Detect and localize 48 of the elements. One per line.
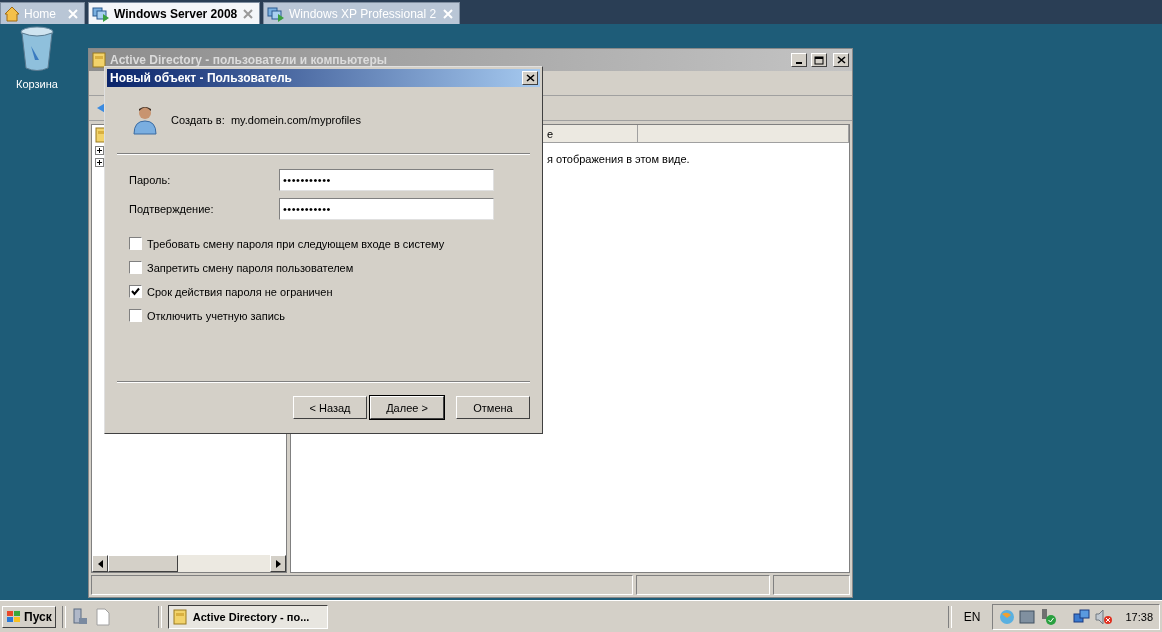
speaker-muted-icon[interactable] [1095, 608, 1114, 625]
recycle-bin-icon[interactable] [19, 26, 55, 72]
language-indicator[interactable]: EN [957, 609, 987, 624]
close-icon [525, 74, 535, 82]
dialog-button[interactable]: Отмена [456, 396, 530, 419]
desktop-icon-label[interactable]: Корзина [16, 78, 58, 90]
maximize-icon [814, 55, 824, 65]
checkbox[interactable] [129, 285, 142, 298]
user-icon [133, 105, 157, 135]
maximize-button[interactable] [811, 53, 827, 67]
horizontal-scrollbar[interactable] [92, 555, 286, 572]
checkbox-label[interactable]: Запретить смену пароля пользователем [147, 261, 354, 274]
taskbar-button[interactable]: Active Directory - по... [167, 604, 328, 629]
folder-icon [92, 52, 106, 68]
checkbox-label[interactable]: Срок действия пароля не ограничен [147, 285, 333, 298]
column-header[interactable]: е [547, 127, 554, 140]
checkbox-label[interactable]: Требовать смену пароля при следующем входе в систему [147, 237, 445, 250]
network-icon[interactable] [1073, 608, 1092, 625]
location-text: Создать в: my.domein.com/myprofiles [171, 114, 361, 126]
plug-check-icon[interactable] [1039, 607, 1058, 626]
checkbox[interactable] [129, 309, 142, 322]
checkbox[interactable] [129, 261, 142, 274]
checkbox[interactable] [129, 237, 142, 250]
close-icon [836, 56, 846, 64]
browser-tab[interactable]: Windows Server 2008 [88, 2, 260, 24]
close-button[interactable] [833, 53, 849, 67]
start-button[interactable]: Пуск [2, 605, 56, 628]
expand-icon[interactable] [95, 158, 104, 167]
home-icon [4, 5, 20, 22]
checkbox-label[interactable]: Отключить учетную запись [147, 309, 286, 322]
four-color-flag-icon [6, 609, 22, 624]
dialog-title: Новый объект - Пользователь [110, 71, 293, 85]
clock: 17:38 [1125, 610, 1153, 623]
close-icon[interactable] [243, 8, 253, 19]
folder-icon [172, 608, 187, 625]
dialog-button[interactable]: Далее > [370, 396, 444, 419]
expand-icon[interactable] [95, 146, 104, 155]
field-label: Подтверждение: [129, 203, 215, 215]
scroll-right-icon[interactable] [275, 559, 281, 568]
dialog-button[interactable]: < Назад [293, 396, 367, 419]
password-field[interactable]: ••••••••••• [279, 198, 494, 220]
field-label: Пароль: [129, 174, 172, 186]
close-button[interactable] [522, 71, 538, 85]
scroll-left-icon[interactable] [97, 559, 103, 568]
empty-message: я отображения в этом виде. [547, 153, 690, 165]
minimize-button[interactable] [791, 53, 807, 67]
password-field[interactable]: ••••••••••• [279, 169, 494, 191]
window-title: Active Directory - пользователи и компьютеры [110, 53, 389, 67]
